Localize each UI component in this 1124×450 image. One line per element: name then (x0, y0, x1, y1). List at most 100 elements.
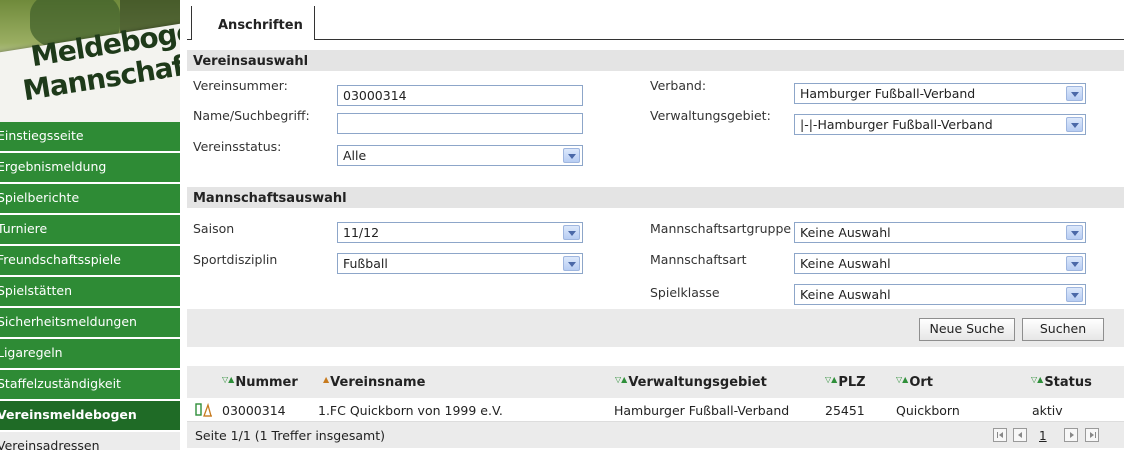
sidebar-item-label: Ligaregeln (0, 345, 63, 360)
sidebar-item-vereinsadressen[interactable]: Vereinsadressen (0, 432, 180, 450)
saison-label: Saison (193, 221, 235, 236)
sidebar-item-vereinsmeldebogen[interactable]: Vereinsmeldebogen (0, 401, 180, 432)
panel-title: Mannschaftsauswahl (187, 187, 1124, 208)
sportdisziplin-label: Sportdisziplin (193, 252, 278, 267)
suchen-button[interactable]: Suchen (1022, 318, 1104, 341)
sidebar-item-einstiegsseite[interactable]: Einstiegsseite (0, 122, 180, 153)
name-suchbegriff-label: Name/Suchbegriff: (193, 108, 310, 123)
spielklasse-label: Spielklasse (650, 285, 720, 300)
chevron-down-icon (563, 256, 580, 271)
meldebogen-banner-image: Meldebogen Mannschaft: (0, 0, 180, 122)
column-label: Vereinsname (330, 375, 426, 390)
sidebar-item-label: Spielberichte (0, 190, 80, 205)
table-header: ▽▲Nummer ▲Vereinsname ▽▲Verwaltungsgebie… (187, 366, 1124, 398)
chevron-down-icon (1066, 117, 1083, 132)
panel-title: Vereinsauswahl (187, 50, 1124, 71)
cell-nummer: 03000314 (222, 403, 286, 418)
sort-icon: ▽▲ (222, 375, 235, 384)
previous-page-icon[interactable] (1013, 428, 1027, 442)
sort-icon: ▽▲ (615, 375, 628, 384)
chevron-down-icon (563, 148, 580, 163)
sidebar-item-sicherheitsmeldungen[interactable]: Sicherheitsmeldungen (0, 308, 180, 339)
column-label: Status (1044, 375, 1092, 390)
sidebar-item-label: Einstiegsseite (0, 128, 84, 143)
sidebar-item-spielstaetten[interactable]: Spielstätten (0, 277, 180, 308)
tab-anschriften[interactable]: Anschriften (191, 6, 315, 40)
name-suchbegriff-input[interactable] (337, 113, 583, 134)
column-label: Verwaltungsgebiet (628, 375, 767, 390)
cell-ort: Quickborn (896, 403, 960, 418)
vereinsauswahl-panel: Vereinsauswahl Vereinsummer: 03000314 Na… (187, 50, 1124, 175)
sidebar-item-label: Vereinsadressen (0, 438, 100, 450)
chevron-down-icon (1066, 225, 1083, 240)
cell-plz: 25451 (825, 403, 865, 418)
vereinsstatus-value: Alle (343, 148, 367, 163)
sidebar-item-label: Freundschaftsspiele (0, 252, 121, 267)
sidebar-item-label: Staffelzuständigkeit (0, 376, 121, 391)
sidebar-item-ligaregeln[interactable]: Ligaregeln (0, 339, 180, 370)
chevron-down-icon (1066, 86, 1083, 101)
column-header-vereinsname[interactable]: ▲Vereinsname (323, 375, 425, 390)
saison-select[interactable]: 11/12 (337, 222, 583, 243)
verband-select[interactable]: Hamburger Fußball-Verband (794, 83, 1086, 104)
next-page-icon[interactable] (1064, 428, 1078, 442)
sidebar-item-label: Turniere (0, 221, 48, 236)
pagination-bar: Seite 1/1 (1 Treffer insgesamt) 1 (187, 422, 1124, 448)
verwaltungsgebiet-label: Verwaltungsgebiet: (650, 108, 771, 123)
vereinsnummer-input[interactable]: 03000314 (337, 85, 583, 106)
sidebar-item-label: Spielstätten (0, 283, 72, 298)
sidebar-item-label: Sicherheitsmeldungen (0, 314, 137, 329)
saison-value: 11/12 (343, 225, 380, 240)
mannschaftsartgruppe-select[interactable]: Keine Auswahl (794, 222, 1086, 243)
chevron-down-icon (1066, 287, 1083, 302)
mannschaftsauswahl-panel: Mannschaftsauswahl Saison 11/12 Sportdis… (187, 187, 1124, 347)
verwaltungsgebiet-value: |-|-Hamburger Fußball-Verband (800, 117, 993, 132)
sort-icon: ▽▲ (825, 375, 838, 384)
neue-suche-button[interactable]: Neue Suche (919, 318, 1015, 341)
edit-icon[interactable] (195, 402, 213, 418)
column-header-status[interactable]: ▽▲Status (1031, 375, 1092, 390)
spielklasse-select[interactable]: Keine Auswahl (794, 284, 1086, 305)
column-label: PLZ (838, 375, 866, 390)
sidebar-item-ergebnismeldung[interactable]: Ergebnismeldung (0, 153, 180, 184)
mannschaftsartgruppe-label: Mannschaftsartgruppe (650, 221, 792, 236)
verband-label: Verband: (650, 78, 707, 93)
page-number-link[interactable]: 1 (1039, 429, 1047, 443)
sidebar-item-label: Ergebnismeldung (0, 159, 107, 174)
sidebar-item-spielberichte[interactable]: Spielberichte (0, 184, 180, 215)
mannschaftsart-label: Mannschaftsart (650, 252, 747, 267)
column-header-plz[interactable]: ▽▲PLZ (825, 375, 866, 390)
sportdisziplin-value: Fußball (343, 256, 388, 271)
chevron-down-icon (563, 225, 580, 240)
sidebar-item-turniere[interactable]: Turniere (0, 215, 180, 246)
sidebar: Meldebogen Mannschaft: Einstiegsseite Er… (0, 0, 180, 450)
column-label: Ort (909, 375, 933, 390)
tab-label: Anschriften (218, 18, 303, 33)
column-header-ort[interactable]: ▽▲Ort (896, 375, 933, 390)
vereinsstatus-label: Vereinsstatus: (193, 139, 282, 154)
mannschaftsart-value: Keine Auswahl (800, 256, 891, 271)
verwaltungsgebiet-select[interactable]: |-|-Hamburger Fußball-Verband (794, 114, 1086, 135)
cell-verwaltungsgebiet: Hamburger Fußball-Verband (614, 403, 790, 418)
cell-status: aktiv (1032, 403, 1063, 418)
sort-ascending-icon: ▲ (323, 375, 330, 384)
chevron-down-icon (1066, 256, 1083, 271)
first-page-icon[interactable] (993, 428, 1007, 442)
mannschaftsartgruppe-value: Keine Auswahl (800, 225, 891, 240)
tab-bar: Anschriften (187, 6, 1124, 40)
sidebar-item-staffelzustaendigkeit[interactable]: Staffelzuständigkeit (0, 370, 180, 401)
column-header-nummer[interactable]: ▽▲Nummer (222, 375, 298, 390)
column-header-verwaltungsgebiet[interactable]: ▽▲Verwaltungsgebiet (615, 375, 767, 390)
mannschaftsart-select[interactable]: Keine Auswahl (794, 253, 1086, 274)
sidebar-nav: Einstiegsseite Ergebnismeldung Spielberi… (0, 122, 180, 450)
spielklasse-value: Keine Auswahl (800, 287, 891, 302)
sort-icon: ▽▲ (896, 375, 909, 384)
table-row[interactable]: 03000314 1.FC Quickborn von 1999 e.V. Ha… (187, 398, 1124, 422)
sidebar-item-label: Vereinsmeldebogen (0, 407, 137, 422)
sidebar-item-freundschaftsspiele[interactable]: Freundschaftsspiele (0, 246, 180, 277)
sportdisziplin-select[interactable]: Fußball (337, 253, 583, 274)
last-page-icon[interactable] (1085, 428, 1099, 442)
sort-icon: ▽▲ (1031, 375, 1044, 384)
vereinsstatus-select[interactable]: Alle (337, 145, 583, 166)
cell-vereinsname: 1.FC Quickborn von 1999 e.V. (318, 403, 503, 418)
